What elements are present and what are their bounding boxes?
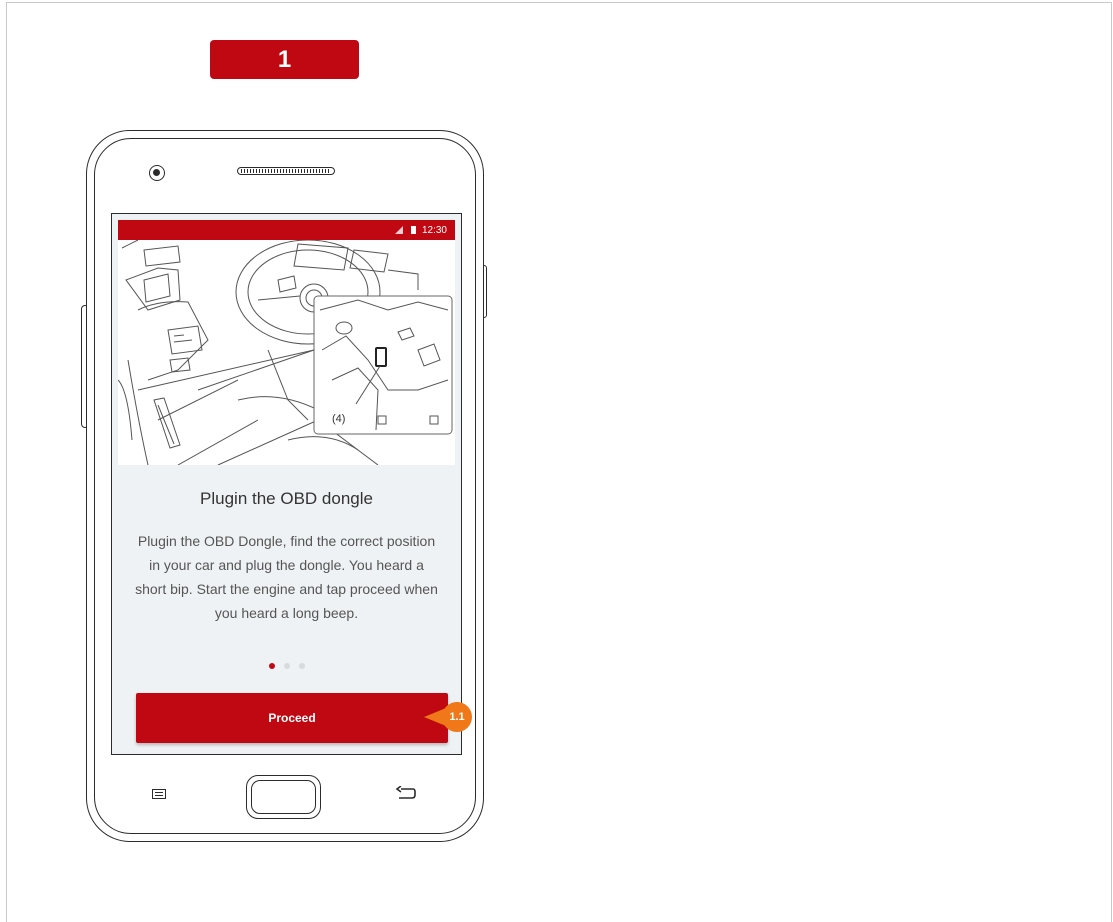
page-dot-1[interactable] [268,663,275,669]
phone-screen: 12:30 (4) Plugin the OBD dongle Plugin t… [111,213,462,755]
onboarding-card: Plugin the OBD dongle Plugin the OBD Don… [118,465,455,750]
home-button[interactable] [246,775,321,819]
page-dot-3[interactable] [298,663,305,669]
menu-icon[interactable] [152,789,166,799]
proceed-button-label: Proceed [268,711,316,725]
page-dot-2[interactable] [283,663,290,669]
dashboard-illustration: (4) [117,239,455,466]
annotation-marker: 1.1 [442,702,472,732]
annotation-label: 1.1 [449,711,465,723]
page-indicator [118,663,455,669]
status-time: 12:30 [421,224,447,236]
speaker-grille-icon [237,167,335,175]
annotation-callout: 1.1 [420,702,478,732]
signal-icon [394,226,403,234]
card-description: Plugin the OBD Dongle, find the correct … [135,533,438,621]
camera-icon [149,165,165,181]
proceed-button[interactable]: Proceed [136,693,448,743]
step-badge: 1 [210,40,359,79]
status-bar: 12:30 [118,220,455,240]
car-interior-drawing: (4) [117,239,453,466]
back-icon[interactable] [395,786,417,802]
battery-icon [410,226,416,234]
step-badge-number: 1 [277,45,292,73]
illustration-callout-label: (4) [332,413,345,425]
card-title: Plugin the OBD dongle [200,489,373,508]
